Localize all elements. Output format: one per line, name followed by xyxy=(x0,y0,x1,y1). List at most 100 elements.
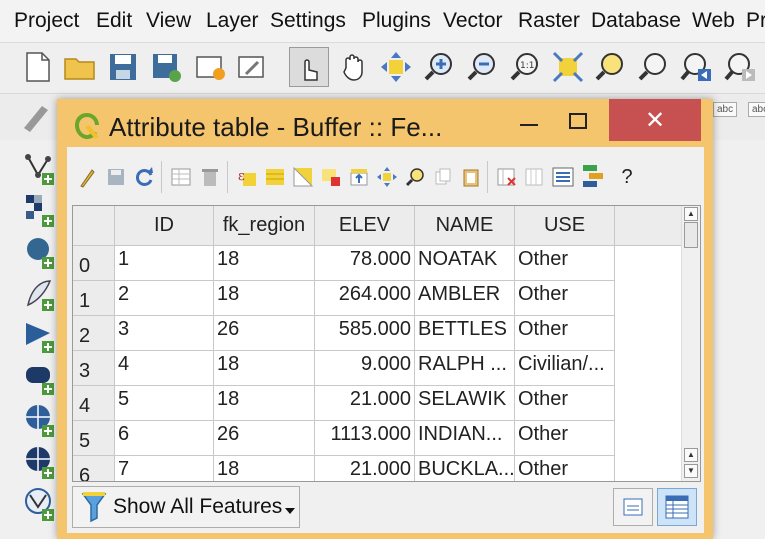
zoom-full-icon[interactable] xyxy=(548,47,588,87)
table-cell-name[interactable]: BUCKLA... xyxy=(415,456,515,481)
feature-filter-button[interactable]: Show All Features xyxy=(72,486,300,528)
row-header[interactable]: 5 xyxy=(73,421,115,456)
select-by-expression-icon[interactable]: ε xyxy=(235,165,259,189)
table-cell-id[interactable]: 7 xyxy=(115,456,214,481)
pan-map-icon[interactable] xyxy=(334,47,374,87)
toggle-editing-icon[interactable] xyxy=(75,165,99,189)
table-cell-id[interactable]: 4 xyxy=(115,351,214,386)
conditional-formatting-icon[interactable] xyxy=(581,165,605,189)
zoom-next-icon[interactable] xyxy=(720,47,760,87)
table-cell-elev[interactable]: 1113.000 xyxy=(315,421,415,456)
column-header-id[interactable]: ID xyxy=(115,206,214,246)
maximize-button[interactable] xyxy=(566,111,590,133)
open-project-icon[interactable] xyxy=(60,47,100,87)
menu-edit[interactable]: Edit xyxy=(96,9,132,33)
table-cell-fk-region[interactable]: 18 xyxy=(214,281,315,316)
zoom-in-icon[interactable] xyxy=(419,47,459,87)
label-tool-2-icon[interactable]: abc xyxy=(748,102,765,117)
table-cell-elev[interactable]: 21.000 xyxy=(315,386,415,421)
zoom-actual-size-icon[interactable]: 1:1 xyxy=(505,47,545,87)
dialog-titlebar[interactable]: Attribute table - Buffer :: Fe... ✕ xyxy=(57,99,713,145)
digitize-pencil-icon[interactable] xyxy=(20,102,52,137)
add-spatialite-layer-icon[interactable] xyxy=(20,274,60,314)
add-postgis-layer-icon[interactable] xyxy=(20,232,60,272)
table-cell-id[interactable]: 2 xyxy=(115,281,214,316)
table-cell-name[interactable]: AMBLER xyxy=(415,281,515,316)
table-cell-elev[interactable]: 78.000 xyxy=(315,246,415,281)
menu-database[interactable]: Database xyxy=(591,9,681,33)
table-cell-id[interactable]: 5 xyxy=(115,386,214,421)
menu-vector[interactable]: Vector xyxy=(443,9,503,33)
save-as-icon[interactable] xyxy=(146,47,186,87)
table-cell-use[interactable]: Other xyxy=(515,246,615,281)
table-cell-elev[interactable]: 9.000 xyxy=(315,351,415,386)
row-header[interactable]: 4 xyxy=(73,386,115,421)
label-tool-icon[interactable]: abc xyxy=(713,102,738,117)
new-print-composer-icon[interactable] xyxy=(190,47,230,87)
table-cell-use[interactable]: Other xyxy=(515,386,615,421)
add-feature-icon[interactable] xyxy=(169,165,193,189)
add-vector-layer-icon[interactable] xyxy=(20,148,60,188)
invert-selection-icon[interactable] xyxy=(291,165,315,189)
menu-view[interactable]: View xyxy=(146,9,191,33)
save-edits-icon[interactable] xyxy=(104,165,128,189)
touch-zoom-pan-icon[interactable] xyxy=(289,47,329,87)
new-column-icon[interactable] xyxy=(523,165,547,189)
table-cell-id[interactable]: 1 xyxy=(115,246,214,281)
pan-to-selection-icon[interactable] xyxy=(376,47,416,87)
table-view-button[interactable] xyxy=(657,488,697,526)
menu-web[interactable]: Web xyxy=(692,9,735,33)
zoom-last-icon[interactable] xyxy=(676,47,716,87)
scroll-down-arrow-icon[interactable]: ▼ xyxy=(684,464,698,478)
column-header-fk-region[interactable]: fk_region xyxy=(214,206,315,246)
add-oracle-layer-icon[interactable] xyxy=(20,358,60,398)
delete-feature-icon[interactable] xyxy=(198,165,222,189)
column-header-use[interactable]: USE xyxy=(515,206,615,246)
menu-plugins[interactable]: Plugins xyxy=(362,9,431,33)
table-cell-elev[interactable]: 585.000 xyxy=(315,316,415,351)
composer-manager-icon[interactable] xyxy=(232,47,272,87)
add-raster-layer-icon[interactable] xyxy=(20,190,60,230)
vertical-scrollbar[interactable]: ▲ ▲ ▼ xyxy=(681,206,700,481)
row-header[interactable]: 6 xyxy=(73,456,115,481)
zoom-to-selected-icon[interactable] xyxy=(403,165,427,189)
scroll-up-arrow-icon[interactable]: ▲ xyxy=(684,448,698,462)
corner-header[interactable] xyxy=(73,206,115,246)
zoom-out-icon[interactable] xyxy=(462,47,502,87)
table-cell-elev[interactable]: 264.000 xyxy=(315,281,415,316)
table-cell-name[interactable]: NOATAK xyxy=(415,246,515,281)
pan-to-selected-icon[interactable] xyxy=(375,165,399,189)
close-button[interactable]: ✕ xyxy=(609,99,701,141)
table-cell-id[interactable]: 3 xyxy=(115,316,214,351)
menu-layer[interactable]: Layer xyxy=(206,9,259,33)
new-project-icon[interactable] xyxy=(18,47,58,87)
column-header-elev[interactable]: ELEV xyxy=(315,206,415,246)
copy-rows-icon[interactable] xyxy=(431,165,455,189)
select-all-icon[interactable] xyxy=(263,165,287,189)
table-cell-fk-region[interactable]: 26 xyxy=(214,421,315,456)
reload-icon[interactable] xyxy=(133,165,157,189)
table-cell-use[interactable]: Other xyxy=(515,456,615,481)
table-cell-fk-region[interactable]: 18 xyxy=(214,246,315,281)
table-cell-name[interactable]: INDIAN... xyxy=(415,421,515,456)
table-cell-name[interactable]: SELAWIK xyxy=(415,386,515,421)
table-cell-use[interactable]: Civilian/... xyxy=(515,351,615,386)
table-cell-name[interactable]: RALPH ... xyxy=(415,351,515,386)
table-cell-use[interactable]: Other xyxy=(515,281,615,316)
row-header[interactable]: 2 xyxy=(73,316,115,351)
table-cell-use[interactable]: Other xyxy=(515,421,615,456)
table-cell-name[interactable]: BETTLES xyxy=(415,316,515,351)
deselect-all-icon[interactable] xyxy=(319,165,343,189)
table-cell-elev[interactable]: 21.000 xyxy=(315,456,415,481)
table-cell-use[interactable]: Other xyxy=(515,316,615,351)
menu-processing-partial[interactable]: Pr xyxy=(746,9,765,33)
table-cell-fk-region[interactable]: 26 xyxy=(214,316,315,351)
row-header[interactable]: 1 xyxy=(73,281,115,316)
add-mssql-layer-icon[interactable] xyxy=(20,316,60,356)
form-view-button[interactable] xyxy=(613,488,653,526)
table-cell-fk-region[interactable]: 18 xyxy=(214,456,315,481)
menu-project[interactable]: Project xyxy=(14,9,79,33)
save-project-icon[interactable] xyxy=(103,47,143,87)
move-selection-to-top-icon[interactable] xyxy=(347,165,371,189)
minimize-button[interactable] xyxy=(517,113,541,133)
